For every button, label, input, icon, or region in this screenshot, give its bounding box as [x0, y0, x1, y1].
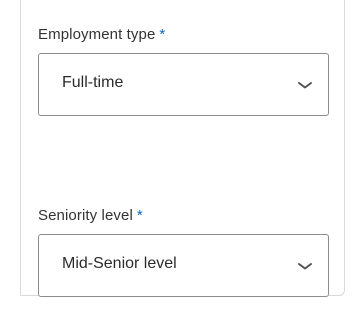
seniority-level-select[interactable]: Mid-Senior level: [38, 234, 329, 297]
employment-type-selected-value: Full-time: [62, 74, 124, 91]
job-details-form-card: Employment type * Full-time Seniority lev…: [20, 0, 345, 297]
required-asterisk: *: [136, 207, 143, 224]
required-asterisk: *: [159, 26, 166, 43]
employment-type-label: Employment type *: [38, 26, 165, 43]
seniority-level-label-text: Seniority level: [38, 207, 133, 224]
employment-type-select[interactable]: Full-time: [38, 53, 329, 116]
employment-type-label-text: Employment type: [38, 26, 156, 43]
seniority-level-selected-value: Mid-Senior level: [62, 255, 177, 272]
seniority-level-label: Seniority level *: [38, 207, 143, 224]
chevron-down-icon: [298, 82, 312, 89]
chevron-down-icon: [298, 263, 312, 270]
